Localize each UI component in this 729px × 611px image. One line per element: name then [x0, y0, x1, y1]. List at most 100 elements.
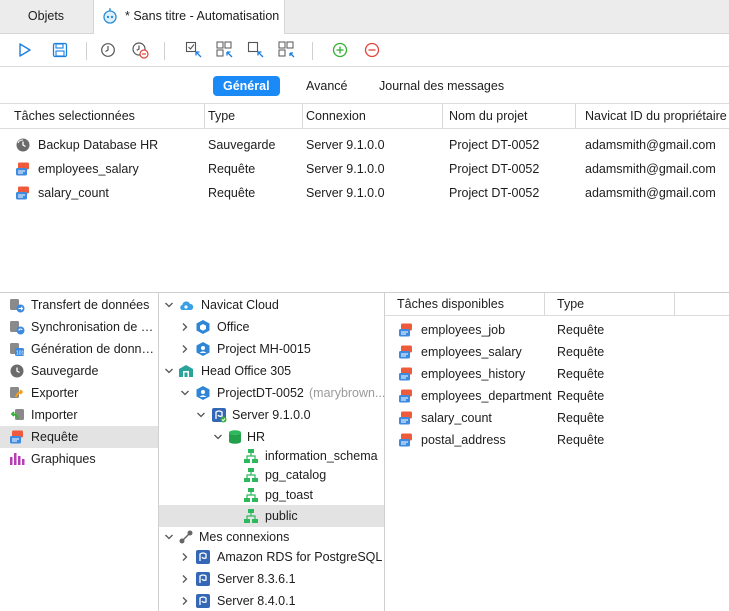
- tree-node-schema-public[interactable]: public: [159, 505, 384, 527]
- select-all-button[interactable]: [184, 40, 204, 60]
- column-header-owner[interactable]: Navicat ID du propriétaire: [576, 104, 729, 128]
- chevron-down-icon[interactable]: [163, 365, 175, 377]
- chevron-right-icon[interactable]: [179, 321, 191, 333]
- deselect-all-button[interactable]: [215, 40, 235, 60]
- charts-icon: [10, 453, 25, 465]
- chevron-right-icon[interactable]: [179, 551, 191, 563]
- task-category-list: Transfert de données Synchronisation de …: [0, 293, 159, 611]
- category-backup[interactable]: Sauvegarde: [0, 360, 158, 382]
- table-row[interactable]: salary_count Requête Server 9.1.0.0 Proj…: [0, 181, 729, 205]
- category-query[interactable]: Requête: [0, 426, 158, 448]
- select-button[interactable]: [246, 40, 266, 60]
- table-row[interactable]: employees_salary Requête Server 9.1.0.0 …: [0, 157, 729, 181]
- schema-icon: [244, 449, 258, 463]
- task-type: Requête: [208, 186, 256, 200]
- tree-node-head-office[interactable]: Head Office 305: [159, 361, 384, 381]
- tree-node-schema-information[interactable]: information_schema: [159, 446, 384, 466]
- tree-label: ProjectDT-0052: [217, 386, 304, 400]
- task-type: Requête: [208, 162, 256, 176]
- available-task-name: employees_salary: [421, 345, 522, 359]
- task-connection: Server 9.1.0.0: [306, 162, 385, 176]
- column-header-selected-tasks[interactable]: Tâches selectionnées: [0, 104, 205, 128]
- export-icon: [10, 387, 24, 398]
- chevron-down-icon[interactable]: [163, 531, 175, 543]
- save-button[interactable]: [50, 40, 70, 60]
- shared-project-icon: [196, 386, 210, 400]
- tree-node-navicat-cloud[interactable]: Navicat Cloud: [159, 295, 384, 315]
- selected-tasks-table: Tâches selectionnées Type Connexion Nom …: [0, 104, 729, 292]
- category-label: Graphiques: [31, 452, 96, 466]
- tree-node-server-9[interactable]: Server 9.1.0.0: [159, 405, 384, 425]
- transfer-icon: [10, 299, 25, 313]
- remove-task-button[interactable]: [362, 40, 382, 60]
- chevron-down-icon[interactable]: [195, 409, 207, 421]
- category-sync[interactable]: Synchronisation de données: [0, 316, 158, 338]
- available-task-row[interactable]: employees_history Requête: [385, 363, 729, 385]
- tree-node-amazon-rds[interactable]: Amazon RDS for PostgreSQL: [159, 547, 384, 567]
- database-icon: [229, 430, 241, 444]
- tree-label: Server 8.4.0.1: [217, 594, 296, 608]
- tree-node-project-dt[interactable]: ProjectDT-0052 (marybrown...: [159, 383, 384, 403]
- chevron-down-icon[interactable]: [163, 299, 175, 311]
- sync-icon: [10, 321, 25, 335]
- schedule-button[interactable]: [98, 40, 118, 60]
- category-data-generation[interactable]: 101 Génération de données: [0, 338, 158, 360]
- tab-general[interactable]: Général: [213, 76, 280, 96]
- category-label: Exporter: [31, 386, 79, 400]
- table-row[interactable]: Backup Database HR Sauvegarde Server 9.1…: [0, 133, 729, 157]
- category-export[interactable]: Exporter: [0, 382, 158, 404]
- column-header-project[interactable]: Nom du projet: [443, 104, 576, 128]
- available-task-row[interactable]: postal_address Requête: [385, 429, 729, 451]
- postgresql-connection-icon: [196, 550, 210, 564]
- chevron-down-icon[interactable]: [179, 387, 191, 399]
- schema-icon: [244, 468, 258, 482]
- save-icon: [52, 42, 68, 58]
- category-import[interactable]: Importer: [0, 404, 158, 426]
- chevron-right-icon[interactable]: [179, 595, 191, 607]
- chevron-right-icon[interactable]: [179, 343, 191, 355]
- tree-node-database-hr[interactable]: HR: [159, 427, 384, 447]
- schema-icon: [244, 488, 258, 502]
- column-header-available-tasks[interactable]: Tâches disponibles: [385, 293, 545, 315]
- toolbar-divider: [86, 42, 87, 60]
- select-all-icon: [185, 41, 202, 58]
- tree-node-server-8401[interactable]: Server 8.4.0.1: [159, 591, 384, 611]
- available-task-row[interactable]: salary_count Requête: [385, 407, 729, 429]
- tab-automation-title: * Sans titre - Automatisation: [125, 9, 280, 23]
- category-charts[interactable]: Graphiques: [0, 448, 158, 470]
- tree-node-schema-toast[interactable]: pg_toast: [159, 485, 384, 505]
- column-header-connection[interactable]: Connexion: [303, 104, 443, 128]
- category-transfer[interactable]: Transfert de données: [0, 294, 158, 316]
- tree-node-project-mh[interactable]: Project MH-0015: [159, 339, 384, 359]
- chevron-down-icon[interactable]: [212, 431, 224, 443]
- tree-node-my-connections[interactable]: Mes connexions: [159, 527, 384, 547]
- unselect-button[interactable]: [277, 40, 297, 60]
- category-label: Requête: [31, 430, 79, 444]
- tree-node-office[interactable]: Office: [159, 317, 384, 337]
- available-task-row[interactable]: employees_salary Requête: [385, 341, 729, 363]
- available-task-name: employees_department: [421, 389, 552, 403]
- tree-label: HR: [247, 430, 266, 444]
- add-task-button[interactable]: [330, 40, 350, 60]
- backup-icon: [10, 364, 24, 378]
- column-header-type[interactable]: Type: [545, 293, 675, 315]
- available-task-type: Requête: [557, 389, 605, 403]
- available-task-row[interactable]: employees_job Requête: [385, 319, 729, 341]
- chevron-right-icon[interactable]: [179, 573, 191, 585]
- tab-automation[interactable]: * Sans titre - Automatisation: [93, 0, 285, 34]
- tab-objects[interactable]: Objets: [0, 0, 92, 33]
- available-task-type: Requête: [557, 345, 605, 359]
- automation-robot-icon: [103, 8, 117, 24]
- available-tasks-header: Tâches disponibles Type: [385, 293, 729, 316]
- available-task-row[interactable]: employees_department Requête: [385, 385, 729, 407]
- column-header-type[interactable]: Type: [205, 104, 303, 128]
- remove-schedule-button[interactable]: [130, 40, 150, 60]
- available-task-type: Requête: [557, 367, 605, 381]
- tab-message-log[interactable]: Journal des messages: [369, 76, 514, 96]
- tab-advanced[interactable]: Avancé: [296, 76, 357, 96]
- tree-node-schema-catalog[interactable]: pg_catalog: [159, 465, 384, 485]
- category-label: Sauvegarde: [31, 364, 99, 378]
- task-project: Project DT-0052: [449, 186, 540, 200]
- tree-node-server-8361[interactable]: Server 8.3.6.1: [159, 569, 384, 589]
- run-button[interactable]: [15, 40, 35, 60]
